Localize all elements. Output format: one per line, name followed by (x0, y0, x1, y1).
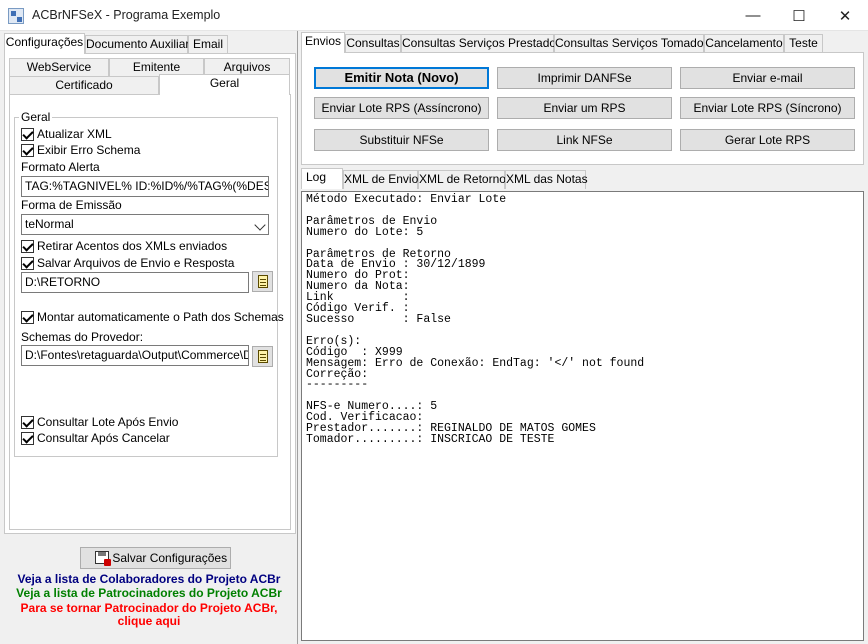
app-icon (8, 8, 24, 24)
tab-label: XML das Notas (506, 172, 588, 186)
tab-label: Teste (789, 36, 818, 50)
forma-emissao-label: Forma de Emissão (21, 198, 122, 212)
enviar-um-rps-button[interactable]: Enviar um RPS (497, 97, 672, 119)
minimize-icon[interactable]: — (730, 0, 776, 31)
tab-teste[interactable]: Teste (784, 34, 823, 53)
browse-folder-button[interactable] (252, 271, 273, 292)
document-icon (258, 350, 268, 363)
tab-xml-envio[interactable]: XML de Envio (343, 170, 418, 189)
formato-alerta-label: Formato Alerta (21, 160, 100, 174)
maximize-icon[interactable]: ☐ (776, 0, 822, 31)
tab-cancelamento[interactable]: Cancelamento (704, 34, 784, 53)
tab-label: Documento Auxiliar (86, 37, 190, 51)
browse-schemas-button[interactable] (252, 346, 273, 367)
splitter[interactable] (297, 31, 298, 644)
subtab-certificado[interactable]: Certificado (9, 76, 159, 95)
tab-label: Cancelamento (705, 36, 783, 50)
formato-alerta-input[interactable]: TAG:%TAGNIVEL% ID:%ID%/%TAG%(%DESCRI (21, 176, 269, 197)
consultar-cancelar-checkbox[interactable] (21, 432, 34, 445)
tab-label: Consultas Serviços Prestados (402, 36, 563, 50)
tornar-patrocinador-link[interactable]: Para se tornar Patrocinador do Projeto A… (0, 601, 298, 615)
tab-label: XML de Envio (344, 172, 419, 186)
imprimir-danfse-button[interactable]: Imprimir DANFSe (497, 67, 672, 89)
tab-log[interactable]: Log (301, 168, 343, 189)
colaboradores-link[interactable]: Veja a lista de Colaboradores do Projeto… (0, 572, 298, 586)
title-bar: ACBrNFSeX - Programa Exemplo — ☐ ✕ (0, 0, 868, 31)
tab-label: Certificado (55, 78, 113, 92)
substituir-nfse-button[interactable]: Substituir NFSe (314, 129, 489, 151)
exibir-erro-schema-label: Exibir Erro Schema (37, 143, 141, 157)
tab-label: Geral (209, 76, 240, 90)
tab-label: XML de Retorno (419, 172, 506, 186)
salvar-arquivos-checkbox[interactable] (21, 257, 34, 270)
tab-consultas-servicos-prestados[interactable]: Consultas Serviços Prestados (401, 34, 562, 53)
emitir-nota-button[interactable]: Emitir Nota (Novo) (314, 67, 489, 89)
montar-path-checkbox[interactable] (21, 311, 34, 324)
tab-label: Emitente (132, 60, 181, 74)
tab-label: Consultas Serviços Tomados (555, 36, 710, 50)
tab-consultas-servicos-tomados[interactable]: Consultas Serviços Tomados (554, 34, 710, 53)
chevron-down-icon (254, 219, 266, 231)
document-icon (258, 275, 268, 288)
gerar-lote-rps-button[interactable]: Gerar Lote RPS (680, 129, 855, 151)
tab-label: Log (306, 170, 327, 184)
save-icon (95, 551, 111, 566)
enviar-email-button[interactable]: Enviar e-mail (680, 67, 855, 89)
salvar-configuracoes-label: Salvar Configurações (112, 551, 228, 565)
subtab-webservice[interactable]: WebService (9, 58, 109, 77)
link-nfse-button[interactable]: Link NFSe (497, 129, 672, 151)
patrocinadores-link[interactable]: Veja a lista de Patrocinadores do Projet… (0, 586, 298, 600)
forma-emissao-value: teNormal (25, 217, 74, 231)
log-text: Método Executado: Enviar Lote Parâmetros… (306, 193, 645, 446)
tab-email[interactable]: Email (188, 35, 228, 54)
tab-label: Envios (304, 34, 342, 48)
montar-path-label: Montar automaticamente o Path dos Schema… (37, 310, 284, 324)
tab-label: Configurações (5, 35, 84, 49)
consultar-cancelar-label: Consultar Após Cancelar (37, 431, 170, 445)
retirar-acentos-label: Retirar Acentos dos XMLs enviados (37, 239, 228, 253)
tab-label: Arquivos (223, 60, 271, 74)
exibir-erro-schema-checkbox[interactable] (21, 144, 34, 157)
tab-envios[interactable]: Envios (301, 32, 345, 53)
consultar-lote-checkbox[interactable] (21, 416, 34, 429)
tab-label: WebService (26, 60, 92, 74)
tab-documento-auxiliar[interactable]: Documento Auxiliar (85, 35, 190, 54)
atualizar-xml-label: Atualizar XML (37, 127, 112, 141)
tab-configuracoes[interactable]: Configurações (4, 33, 85, 54)
salvar-arquivos-label: Salvar Arquivos de Envio e Resposta (37, 256, 235, 270)
atualizar-xml-checkbox[interactable] (21, 128, 34, 141)
enviar-lote-sincrono-button[interactable]: Enviar Lote RPS (Síncrono) (680, 97, 855, 119)
subtab-geral[interactable]: Geral (159, 74, 290, 95)
close-icon[interactable]: ✕ (822, 0, 868, 31)
forma-emissao-select[interactable]: teNormal (21, 214, 269, 235)
tab-label: Consultas (346, 36, 400, 50)
path-retorno-input[interactable]: D:\RETORNO (21, 272, 249, 293)
tab-xml-retorno[interactable]: XML de Retorno (418, 170, 506, 189)
schemas-label: Schemas do Provedor: (21, 330, 144, 344)
tab-xml-notas[interactable]: XML das Notas (505, 170, 588, 189)
window-title: ACBrNFSeX - Programa Exemplo (32, 8, 221, 22)
clique-aqui-link[interactable]: clique aqui (0, 614, 298, 628)
consultar-lote-label: Consultar Lote Após Envio (37, 415, 179, 429)
salvar-configuracoes-button[interactable]: Salvar Configurações (80, 547, 231, 569)
tab-consultas[interactable]: Consultas (345, 34, 401, 53)
enviar-lote-assincrono-button[interactable]: Enviar Lote RPS (Assíncrono) (314, 97, 489, 119)
log-memo[interactable]: Método Executado: Enviar Lote Parâmetros… (301, 191, 864, 641)
retirar-acentos-checkbox[interactable] (21, 240, 34, 253)
tab-label: Email (192, 37, 223, 51)
group-title: Geral (19, 110, 53, 124)
schemas-input[interactable]: D:\Fontes\retaguarda\Output\Commerce\Deb… (21, 345, 249, 366)
